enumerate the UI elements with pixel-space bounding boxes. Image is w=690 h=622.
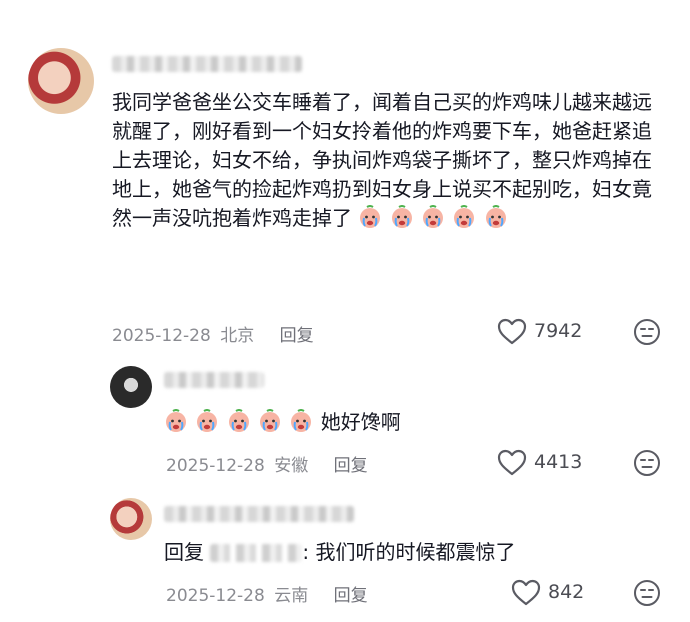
crying-face-icon <box>454 205 475 228</box>
like-count: 842 <box>548 581 585 603</box>
unhappy-face-icon <box>634 319 660 345</box>
reply-prefix: 回复 <box>164 540 204 564</box>
crying-face-icon <box>423 205 444 228</box>
avatar[interactable] <box>28 48 94 114</box>
crying-face-icon <box>291 409 312 432</box>
avatar[interactable] <box>110 498 152 540</box>
crying-face-icons <box>164 409 321 434</box>
comment-meta: 2025-12-28 安徽 回复 <box>166 451 368 476</box>
comment-location: 安徽 <box>274 456 309 476</box>
like-button[interactable] <box>511 579 541 606</box>
crying-face-icon <box>166 409 186 432</box>
crying-face-icons <box>352 205 509 230</box>
crying-face-icon <box>485 205 506 228</box>
comment-location: 北京 <box>220 326 255 346</box>
comment-text: 她好馋啊 <box>164 408 654 437</box>
comment-date: 2025-12-28 <box>112 326 211 346</box>
comment-text-body: : 我们听的时候都震惊了 <box>302 540 516 564</box>
like-button[interactable] <box>497 318 527 345</box>
heart-icon <box>497 449 527 476</box>
crying-face-icon <box>360 205 381 228</box>
comment-date: 2025-12-28 <box>166 456 265 476</box>
unhappy-face-icon <box>634 580 660 606</box>
crying-face-icon <box>260 409 281 432</box>
like-button[interactable] <box>497 449 527 476</box>
comment-meta: 2025-12-28 北京 回复 <box>112 321 314 346</box>
comment-meta: 2025-12-28 云南 回复 <box>166 581 368 606</box>
reply-button[interactable]: 回复 <box>334 456 368 476</box>
like-count: 7942 <box>534 320 583 342</box>
comment-date: 2025-12-28 <box>166 586 265 606</box>
like-count: 4413 <box>534 451 583 473</box>
dislike-button[interactable] <box>633 449 661 477</box>
mention-blurred[interactable] <box>210 544 303 562</box>
avatar[interactable] <box>110 366 152 408</box>
username-blurred[interactable] <box>164 506 354 522</box>
dislike-button[interactable] <box>633 579 661 607</box>
dislike-button[interactable] <box>633 318 661 346</box>
heart-icon <box>497 318 527 345</box>
comment-text: 我同学爸爸坐公交车睡着了，闻着自己买的炸鸡味儿越来越远就醒了，刚好看到一个妇女拎… <box>112 88 668 233</box>
reply-button[interactable]: 回复 <box>280 326 314 346</box>
heart-icon <box>511 579 541 606</box>
comment-text: 回复 : 我们听的时候都震惊了 <box>164 538 654 567</box>
username-blurred[interactable] <box>164 372 264 388</box>
crying-face-icon <box>391 205 412 228</box>
unhappy-face-icon <box>634 450 660 476</box>
crying-face-icon <box>228 409 249 432</box>
username-blurred[interactable] <box>112 56 302 72</box>
crying-face-icon <box>197 409 218 432</box>
comment-location: 云南 <box>274 586 309 606</box>
reply-button[interactable]: 回复 <box>334 586 368 606</box>
comment-text-body: 她好馋啊 <box>320 410 401 434</box>
